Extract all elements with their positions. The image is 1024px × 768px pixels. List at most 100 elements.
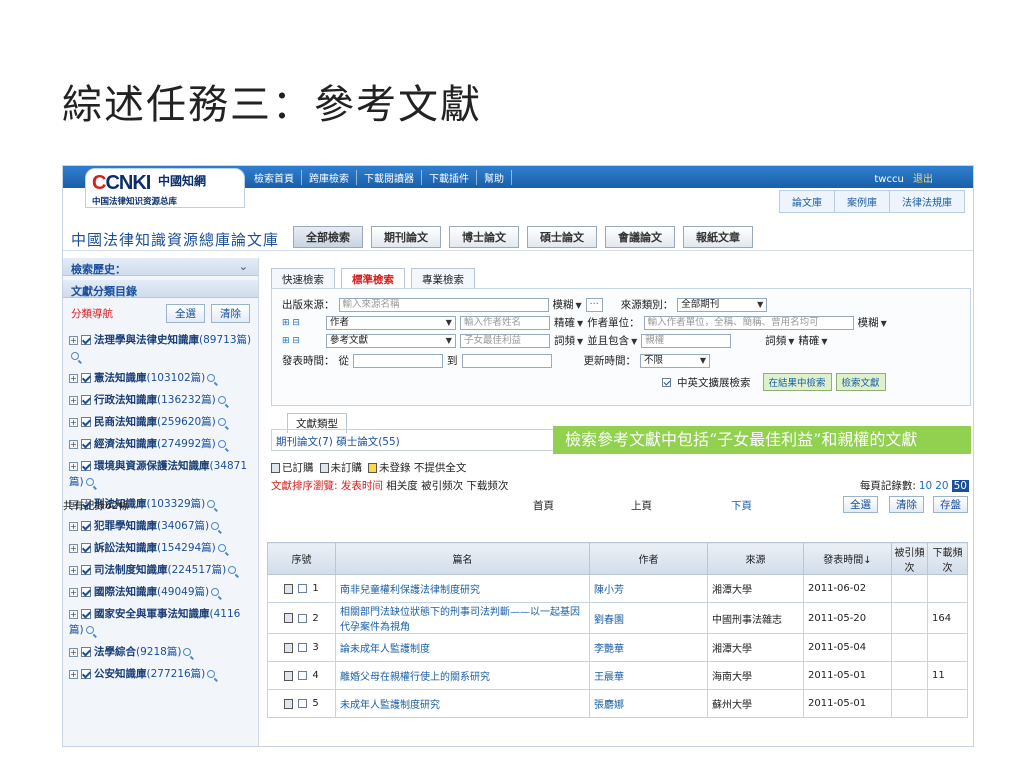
- file-icon[interactable]: [284, 670, 294, 681]
- magnifier-icon[interactable]: [217, 396, 226, 404]
- per-page-50[interactable]: 50: [951, 480, 969, 492]
- expand-icon[interactable]: +: [69, 565, 78, 575]
- col-downloads[interactable]: 下載頻次: [927, 542, 968, 575]
- category-checkbox[interactable]: [81, 461, 91, 471]
- expand-icon[interactable]: +: [69, 417, 78, 427]
- tab-journal[interactable]: 期刊論文: [371, 226, 441, 248]
- db-tab-laws[interactable]: 法律法規庫: [890, 190, 965, 213]
- logout-link[interactable]: 退出: [913, 174, 933, 185]
- reference-input-2[interactable]: 親權: [641, 333, 732, 348]
- tab-doctoral[interactable]: 博士論文: [449, 226, 519, 248]
- category-name[interactable]: 環境與資源保護法知識庫: [94, 460, 210, 472]
- category-checkbox[interactable]: [81, 439, 91, 449]
- magnifier-icon[interactable]: [228, 566, 237, 574]
- expand-icon[interactable]: +: [69, 521, 78, 531]
- category-checkbox[interactable]: [81, 565, 91, 575]
- category-item[interactable]: + 憲法知識庫(103102篇): [63, 367, 258, 389]
- author-link[interactable]: 王晨華: [589, 661, 708, 690]
- add-remove-icon[interactable]: ⊞ ⊟: [282, 318, 300, 328]
- row-checkbox[interactable]: [298, 699, 308, 708]
- per-page-20[interactable]: 20: [935, 480, 948, 492]
- category-checkbox[interactable]: [81, 521, 91, 531]
- magnifier-icon[interactable]: [85, 478, 94, 486]
- chevron-down-icon[interactable]: ⌄: [239, 260, 248, 273]
- category-checkbox[interactable]: [81, 335, 91, 345]
- category-name[interactable]: 公安知識庫: [94, 668, 147, 680]
- file-icon[interactable]: [284, 698, 294, 709]
- next-page-link[interactable]: 下頁: [731, 498, 752, 513]
- category-checkbox[interactable]: [81, 669, 91, 679]
- category-checkbox[interactable]: [81, 373, 91, 383]
- history-header[interactable]: 檢索歷史： ⌄: [63, 258, 258, 276]
- first-page-link[interactable]: 首頁: [533, 498, 554, 513]
- source-input[interactable]: 輸入來源名稱: [338, 297, 549, 312]
- tab-expert-search[interactable]: 專業檢索: [411, 268, 475, 290]
- nav-cross-search[interactable]: 跨庫檢索: [302, 170, 357, 185]
- file-icon[interactable]: [284, 642, 294, 653]
- magnifier-icon[interactable]: [217, 544, 226, 552]
- update-select[interactable]: 不限 ▼: [640, 353, 710, 368]
- tab-conference[interactable]: 會議論文: [605, 226, 675, 248]
- magnifier-icon[interactable]: [71, 352, 79, 360]
- category-name[interactable]: 經濟法知識庫: [94, 438, 157, 450]
- article-title-link[interactable]: 相關部門法缺位狀態下的刑事司法判斷——以一起基因代孕案件為視角: [340, 607, 580, 633]
- author-link[interactable]: 張麝娜: [589, 689, 708, 718]
- magnifier-icon[interactable]: [183, 648, 192, 656]
- org-fuzzy-select[interactable]: 模糊 ▼: [858, 315, 887, 330]
- expand-icon[interactable]: +: [69, 609, 78, 619]
- category-checkbox[interactable]: [81, 395, 91, 405]
- org-input[interactable]: 輸入作者單位，全稱、簡稱、曾用名均可: [643, 315, 854, 330]
- source-picker-button[interactable]: ···: [585, 297, 603, 312]
- nav-home[interactable]: 檢索首頁: [247, 170, 302, 185]
- author-field-select[interactable]: 作者 ▼: [325, 315, 456, 330]
- tab-quick-search[interactable]: 快速檢索: [271, 268, 335, 290]
- category-item[interactable]: + 國家安全與軍事法知識庫(4116篇): [63, 603, 258, 641]
- author-input[interactable]: 輸入作者姓名: [459, 315, 550, 330]
- expand-icon[interactable]: +: [69, 439, 78, 449]
- author-link[interactable]: 李艷華: [589, 633, 708, 662]
- magnifier-icon[interactable]: [207, 374, 216, 382]
- select-all-button[interactable]: 全選: [166, 304, 205, 323]
- tab-standard-search[interactable]: 標準檢索: [341, 268, 405, 290]
- category-name[interactable]: 訴訟法知識庫: [94, 542, 157, 554]
- col-cited[interactable]: 被引頻次: [891, 542, 928, 575]
- prev-page-link[interactable]: 上頁: [631, 498, 652, 513]
- category-checkbox[interactable]: [81, 587, 91, 597]
- date-from-input[interactable]: [353, 353, 443, 368]
- tab-newspaper[interactable]: 報紙文章: [683, 226, 753, 248]
- author-exact-select[interactable]: 精確 ▼: [554, 315, 583, 330]
- magnifier-icon[interactable]: [211, 588, 220, 596]
- magnifier-icon[interactable]: [207, 500, 216, 508]
- sort-by-date[interactable]: 发表时间: [341, 480, 383, 492]
- select-all-results-button[interactable]: 全選: [843, 496, 878, 513]
- nav-reader-download[interactable]: 下載閱讀器: [357, 170, 422, 185]
- category-name[interactable]: 國際法知識庫: [94, 586, 157, 598]
- expand-icon[interactable]: +: [69, 647, 78, 657]
- sort-by-downloads[interactable]: 下载频次: [466, 480, 508, 492]
- expand-icon[interactable]: +: [69, 373, 78, 383]
- category-item[interactable]: + 行政法知識庫(136232篇): [63, 389, 258, 411]
- clear-results-button[interactable]: 清除: [889, 496, 924, 513]
- search-in-results-button[interactable]: 在結果中檢索: [762, 373, 832, 391]
- sort-by-relevance[interactable]: 相关度: [386, 480, 418, 492]
- magnifier-icon[interactable]: [211, 522, 220, 530]
- db-tab-cases[interactable]: 案例庫: [835, 190, 890, 213]
- article-title-link[interactable]: 未成年人監護制度研究: [340, 700, 440, 711]
- cn-en-checkbox[interactable]: [662, 377, 671, 387]
- expand-icon[interactable]: +: [69, 543, 78, 553]
- per-page-10[interactable]: 10: [919, 480, 932, 492]
- row-checkbox[interactable]: [298, 613, 308, 623]
- magnifier-icon[interactable]: [217, 440, 226, 448]
- expand-icon[interactable]: +: [69, 395, 78, 405]
- and-include-select[interactable]: 並且包含 ▼: [587, 333, 637, 348]
- freq-select[interactable]: 詞頻 ▼: [554, 333, 583, 348]
- row-checkbox[interactable]: [298, 584, 308, 593]
- row-checkbox[interactable]: [298, 643, 308, 652]
- category-item[interactable]: + 法理學與法律史知識庫(89713篇): [63, 329, 258, 367]
- nav-help[interactable]: 幫助: [477, 170, 512, 185]
- reference-input[interactable]: 子女最佳利益: [459, 333, 550, 348]
- magnifier-icon[interactable]: [217, 418, 226, 426]
- expand-icon[interactable]: +: [69, 669, 78, 679]
- article-title-link[interactable]: 論未成年人監護制度: [340, 644, 430, 655]
- category-name[interactable]: 民商法知識庫: [94, 416, 157, 428]
